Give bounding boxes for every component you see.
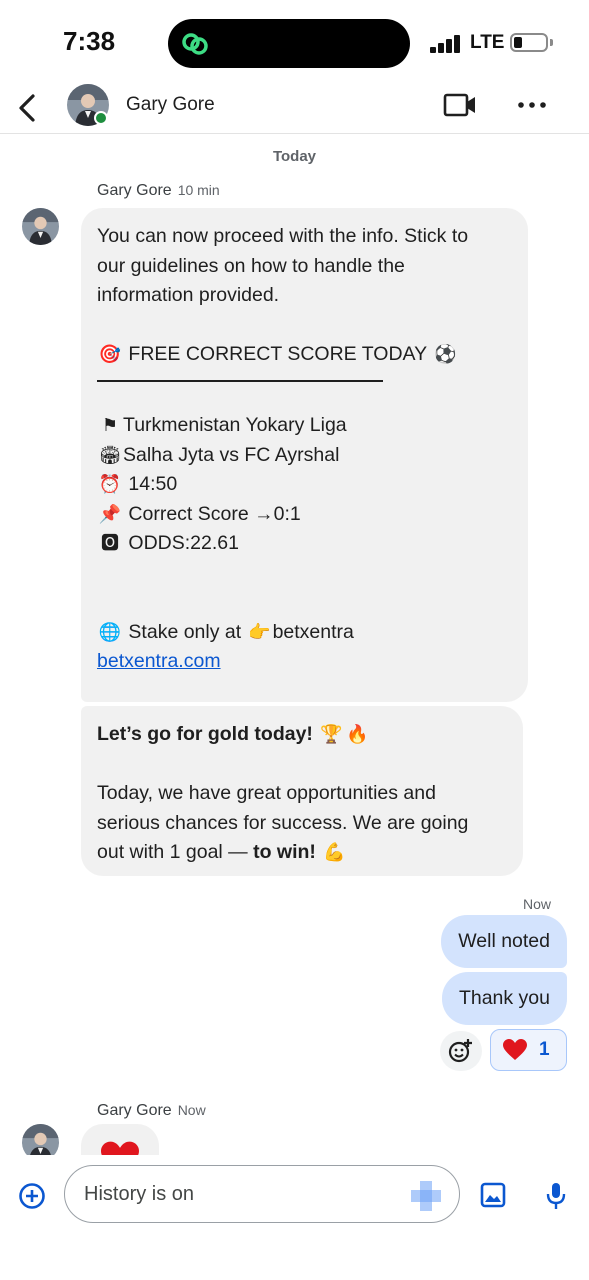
message-line-final: out with 1 goal — to win! 💪 bbox=[97, 838, 507, 868]
sender-meta: Gary Gore 10 min bbox=[97, 182, 220, 200]
stake-line: 🌐 Stake only at 👉betxentra bbox=[97, 618, 512, 648]
fire-icon: 🔥 bbox=[346, 724, 369, 745]
message-bubble-tip[interactable]: You can now proceed with the info. Stick… bbox=[81, 208, 528, 702]
odds-line: 🅾 ODDS:22.61 bbox=[97, 529, 512, 559]
globe-icon: 🌐 bbox=[98, 621, 122, 643]
match-line: 🏟Salha Jyta vs FC Ayrshal bbox=[97, 441, 512, 471]
sender-meta: Gary Gore Now bbox=[97, 1102, 206, 1120]
video-call-icon[interactable] bbox=[443, 92, 477, 118]
message-line: serious chances for success. We are goin… bbox=[97, 811, 469, 834]
pushpin-icon: 📌 bbox=[98, 503, 122, 525]
message-composer: History is on bbox=[0, 1155, 589, 1280]
emoji-sticker-icon[interactable] bbox=[409, 1179, 443, 1213]
score-line: 📌 Correct Score →0:1 bbox=[97, 500, 512, 530]
message-input[interactable]: History is on bbox=[64, 1165, 460, 1223]
add-reaction-button[interactable] bbox=[440, 1031, 482, 1071]
battery-tip bbox=[550, 39, 553, 46]
stadium-icon: 🏟 bbox=[98, 444, 122, 466]
soccer-ball-icon: ⚽ bbox=[433, 344, 457, 365]
online-status-dot bbox=[94, 111, 108, 125]
trophy-icon: 🏆 bbox=[320, 724, 343, 745]
network-label: LTE bbox=[470, 32, 505, 53]
message-line: You can now proceed with the info. Stick… bbox=[97, 225, 469, 247]
outgoing-message[interactable]: Thank you bbox=[441, 972, 567, 1025]
motivation-headline: Let’s go for gold today! 🏆 🔥 bbox=[97, 720, 507, 750]
conversation-header: Gary Gore bbox=[0, 82, 589, 134]
add-circle-icon[interactable] bbox=[18, 1182, 46, 1210]
heart-icon bbox=[503, 1039, 527, 1060]
link-activity-icon bbox=[182, 33, 208, 55]
message-line: our guidelines on how to handle the bbox=[97, 254, 405, 277]
message-bubble-motivation[interactable]: Let’s go for gold today! 🏆 🔥 Today, we ha… bbox=[81, 706, 523, 876]
dynamic-island bbox=[168, 19, 410, 68]
league-line: ⚑ Turkmenistan Yokary Liga bbox=[97, 411, 512, 441]
sender-avatar[interactable] bbox=[22, 208, 59, 245]
reaction-count: 1 bbox=[539, 1039, 550, 1060]
o-button-icon: 🅾 bbox=[101, 533, 119, 554]
tip-headline: 🎯 FREE CORRECT SCORE TODAY ⚽ bbox=[97, 340, 512, 370]
betxentra-link[interactable]: betxentra.com bbox=[97, 647, 512, 677]
kickoff-line: ⏰ 14:50 bbox=[97, 470, 512, 500]
flexed-biceps-icon: 💪 bbox=[323, 842, 346, 863]
back-arrow-icon[interactable] bbox=[12, 88, 42, 128]
add-reaction-icon bbox=[448, 1039, 472, 1063]
message-line: Today, we have great opportunities and bbox=[97, 782, 436, 804]
input-placeholder: History is on bbox=[84, 1183, 195, 1205]
contact-name[interactable]: Gary Gore bbox=[126, 94, 215, 116]
outgoing-message[interactable]: Well noted bbox=[441, 915, 567, 968]
mic-icon[interactable] bbox=[545, 1181, 567, 1211]
gallery-icon[interactable] bbox=[480, 1182, 506, 1208]
status-bar: 7:38 LTE bbox=[0, 0, 589, 88]
heart-reaction-chip[interactable]: 1 bbox=[490, 1029, 567, 1071]
battery-icon bbox=[510, 33, 548, 52]
message-time: Now bbox=[522, 896, 551, 912]
message-time: 10 min bbox=[177, 182, 220, 198]
dart-icon: 🎯 bbox=[98, 344, 122, 365]
alarm-clock-icon: ⏰ bbox=[98, 474, 122, 495]
black-flag-icon: ⚑ bbox=[101, 415, 119, 436]
message-time: Now bbox=[177, 1102, 206, 1118]
status-time: 7:38 bbox=[63, 26, 116, 56]
signal-icon bbox=[430, 35, 462, 53]
more-vert-icon[interactable] bbox=[516, 94, 548, 116]
date-separator: Today bbox=[272, 148, 317, 165]
message-line: information provided. bbox=[97, 284, 280, 306]
sender-name: Gary Gore bbox=[97, 182, 172, 199]
pointing-hand-icon: 👉 bbox=[248, 621, 271, 643]
sender-name: Gary Gore bbox=[97, 1102, 172, 1119]
